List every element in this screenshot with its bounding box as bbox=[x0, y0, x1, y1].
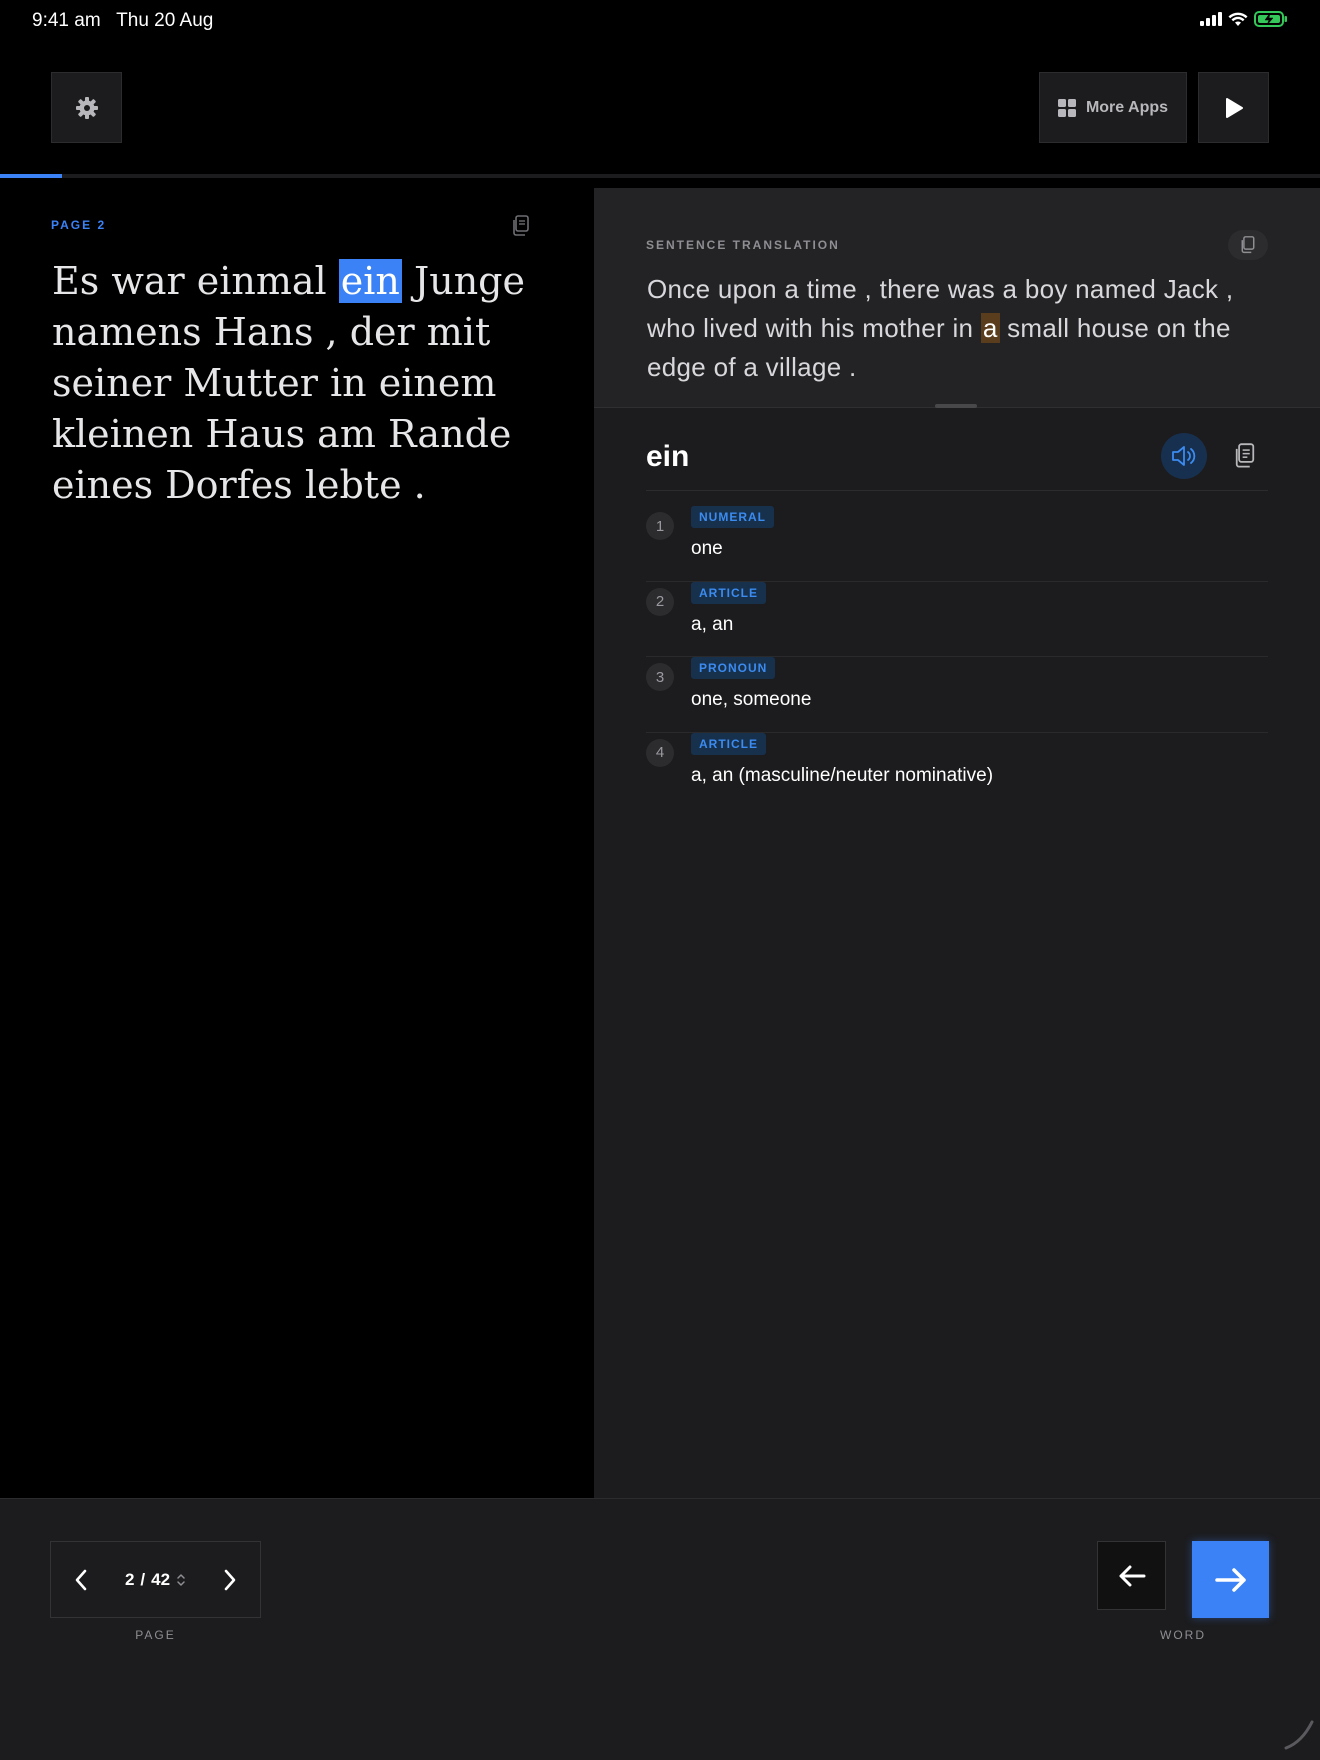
page-selector[interactable]: 2 / 42 bbox=[111, 1570, 200, 1590]
play-icon bbox=[1225, 97, 1243, 118]
definition-number: 1 bbox=[646, 512, 674, 540]
previous-word-button[interactable] bbox=[1097, 1541, 1166, 1610]
status-bar: 9:41 am Thu 20 Aug bbox=[0, 0, 1320, 40]
arrow-right-icon bbox=[1214, 1567, 1246, 1592]
part-of-speech-badge: PRONOUN bbox=[691, 657, 776, 679]
definition-item[interactable]: 1 NUMERAL one bbox=[646, 506, 1268, 582]
page-separator: / bbox=[140, 1569, 146, 1589]
chevron-left-icon bbox=[75, 1569, 87, 1590]
definition-item[interactable]: 3 PRONOUN one, someone bbox=[646, 657, 1268, 733]
signal-icon bbox=[1200, 12, 1222, 26]
definition-meaning: a, an (masculine/neuter nominative) bbox=[691, 764, 994, 786]
translation-label: SENTENCE TRANSLATION bbox=[646, 238, 840, 252]
definition-number: 2 bbox=[646, 587, 674, 616]
definition-list: 1 NUMERAL one 2 ARTICLE a, an 3 PRONOUN … bbox=[646, 506, 1268, 808]
play-button[interactable] bbox=[1198, 72, 1269, 143]
copy-icon bbox=[1235, 443, 1255, 468]
pronounce-button[interactable] bbox=[1161, 433, 1207, 479]
part-of-speech-badge: ARTICLE bbox=[691, 581, 766, 604]
grid-icon bbox=[1057, 98, 1076, 117]
resize-handle[interactable] bbox=[935, 404, 977, 408]
definition-meaning: one, someone bbox=[691, 689, 812, 710]
definition-number: 3 bbox=[646, 663, 674, 691]
more-apps-button[interactable]: More Apps bbox=[1039, 72, 1187, 143]
word-copy-button[interactable] bbox=[1230, 440, 1260, 472]
wifi-icon bbox=[1228, 12, 1248, 26]
more-apps-label: More Apps bbox=[1085, 98, 1169, 116]
status-time: 9:41 am bbox=[32, 10, 101, 31]
bottom-navigation-bar: 2 / 42 PAGE WORD bbox=[0, 1498, 1320, 1760]
definition-meaning: a, an bbox=[691, 613, 734, 635]
source-sentence[interactable]: Es war einmal ein Junge namens Hans , de… bbox=[52, 256, 552, 511]
definition-number: 4 bbox=[646, 738, 674, 767]
translation-highlight-word: a bbox=[980, 313, 1000, 343]
page-label: PAGE 2 bbox=[51, 218, 107, 232]
next-page-button[interactable] bbox=[200, 1541, 260, 1618]
part-of-speech-badge: NUMERAL bbox=[691, 506, 774, 528]
status-date: Thu 20 Aug bbox=[116, 10, 214, 31]
total-pages: 42 bbox=[151, 1569, 171, 1589]
selected-word[interactable]: ein bbox=[338, 259, 402, 303]
next-word-button[interactable] bbox=[1192, 1541, 1269, 1618]
current-page: 2 bbox=[124, 1569, 135, 1589]
settings-button[interactable] bbox=[51, 72, 122, 143]
source-text-before[interactable]: Es war einmal bbox=[52, 259, 339, 303]
divider bbox=[646, 490, 1268, 491]
reading-progress-bar bbox=[0, 174, 1320, 178]
definition-item[interactable]: 2 ARTICLE a, an bbox=[646, 581, 1268, 657]
word-nav-label: WORD bbox=[1160, 1628, 1206, 1642]
translation-text: Once upon a time , there was a boy named… bbox=[647, 270, 1267, 387]
chevron-up-down-icon bbox=[177, 1573, 185, 1586]
arrow-left-icon bbox=[1119, 1565, 1145, 1586]
definition-item[interactable]: 4 ARTICLE a, an (masculine/neuter nomina… bbox=[646, 732, 1268, 809]
copy-icon[interactable] bbox=[510, 214, 532, 238]
word-title: ein bbox=[646, 440, 690, 473]
previous-page-button[interactable] bbox=[51, 1541, 111, 1618]
sentence-translation-section: SENTENCE TRANSLATION Once upon a time , … bbox=[594, 188, 1320, 408]
page-navigator: 2 / 42 bbox=[50, 1541, 261, 1618]
speaker-icon bbox=[1172, 446, 1196, 466]
gear-icon bbox=[75, 96, 98, 119]
chevron-right-icon bbox=[224, 1569, 236, 1590]
part-of-speech-badge: ARTICLE bbox=[691, 732, 766, 755]
copy-icon bbox=[1241, 236, 1255, 254]
source-text-pane: PAGE 2 Es war einmal ein Junge namens Ha… bbox=[0, 188, 593, 1498]
translation-copy-button[interactable] bbox=[1228, 230, 1268, 260]
page-nav-label: PAGE bbox=[135, 1628, 176, 1642]
resize-corner-icon bbox=[1284, 1720, 1314, 1750]
dictionary-pane: SENTENCE TRANSLATION Once upon a time , … bbox=[594, 188, 1320, 1498]
battery-charging-icon bbox=[1254, 11, 1287, 27]
definition-meaning: one bbox=[691, 538, 723, 559]
reading-progress-fill bbox=[0, 174, 63, 178]
status-time-date: 9:41 am Thu 20 Aug bbox=[32, 10, 213, 32]
status-icons bbox=[1200, 11, 1288, 27]
